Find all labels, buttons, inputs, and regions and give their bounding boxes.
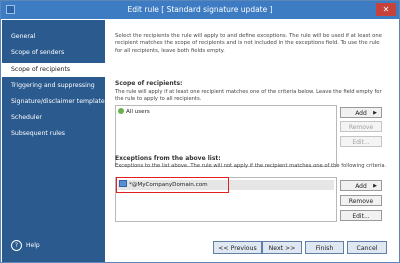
- exceptions-section-description: Exceptions to the list above. The rule w…: [115, 163, 387, 169]
- main-content: Select the recipients the rule will appl…: [106, 20, 399, 262]
- exceptions-section-title: Exceptions from the above list:: [115, 155, 221, 162]
- scope-edit-button[interactable]: Edit...: [340, 136, 382, 147]
- scope-section-title: Scope of recipients:: [115, 80, 183, 87]
- sidebar-item-signature-template[interactable]: Signature/disclaimer template: [2, 95, 105, 109]
- scope-section-description: The rule will apply if at least one reci…: [115, 89, 382, 102]
- caret-right-icon: ▶: [373, 183, 377, 189]
- sidebar-item-general[interactable]: General: [2, 30, 105, 44]
- scope-remove-button[interactable]: Remove: [340, 121, 382, 132]
- page-description: Select the recipients the rule will appl…: [115, 33, 383, 54]
- help-link[interactable]: ? Help: [11, 240, 40, 252]
- previous-button[interactable]: << Previous: [213, 241, 262, 254]
- exceptions-edit-button[interactable]: Edit...: [340, 210, 382, 221]
- finish-button[interactable]: Finish: [305, 241, 344, 254]
- window-title: Edit rule [ Standard signature update ]: [127, 5, 273, 14]
- list-item-label: All users: [126, 109, 150, 115]
- add-label: Add: [355, 110, 367, 117]
- list-item[interactable]: All users: [118, 107, 150, 117]
- edit-rule-dialog: Edit rule [ Standard signature update ] …: [0, 0, 400, 263]
- help-label: Help: [26, 242, 40, 249]
- highlight-box: [116, 177, 229, 193]
- users-icon: [118, 108, 124, 114]
- sidebar-item-scope-of-senders[interactable]: Scope of senders: [2, 46, 105, 60]
- close-button[interactable]: ✕: [376, 3, 396, 16]
- sidebar-item-triggering-and-suppressing[interactable]: Triggering and suppressing: [2, 79, 105, 93]
- add-label: Add: [355, 183, 367, 190]
- sidebar-item-scope-of-recipients[interactable]: Scope of recipients: [2, 63, 105, 77]
- cancel-button[interactable]: Cancel: [347, 241, 387, 254]
- sidebar: General Scope of senders Scope of recipi…: [2, 20, 105, 262]
- sidebar-item-scheduler[interactable]: Scheduler: [2, 111, 105, 125]
- help-icon: ?: [11, 240, 22, 251]
- sidebar-item-subsequent-rules[interactable]: Subsequent rules: [2, 127, 105, 141]
- exceptions-remove-button[interactable]: Remove: [340, 195, 382, 206]
- next-button[interactable]: Next >>: [262, 241, 302, 254]
- caret-right-icon: ▶: [373, 110, 377, 116]
- exceptions-add-button[interactable]: Add ▶: [340, 180, 382, 191]
- close-icon: ✕: [382, 5, 390, 14]
- scope-add-button[interactable]: Add ▶: [340, 107, 382, 118]
- title-bar: Edit rule [ Standard signature update ] …: [1, 1, 399, 19]
